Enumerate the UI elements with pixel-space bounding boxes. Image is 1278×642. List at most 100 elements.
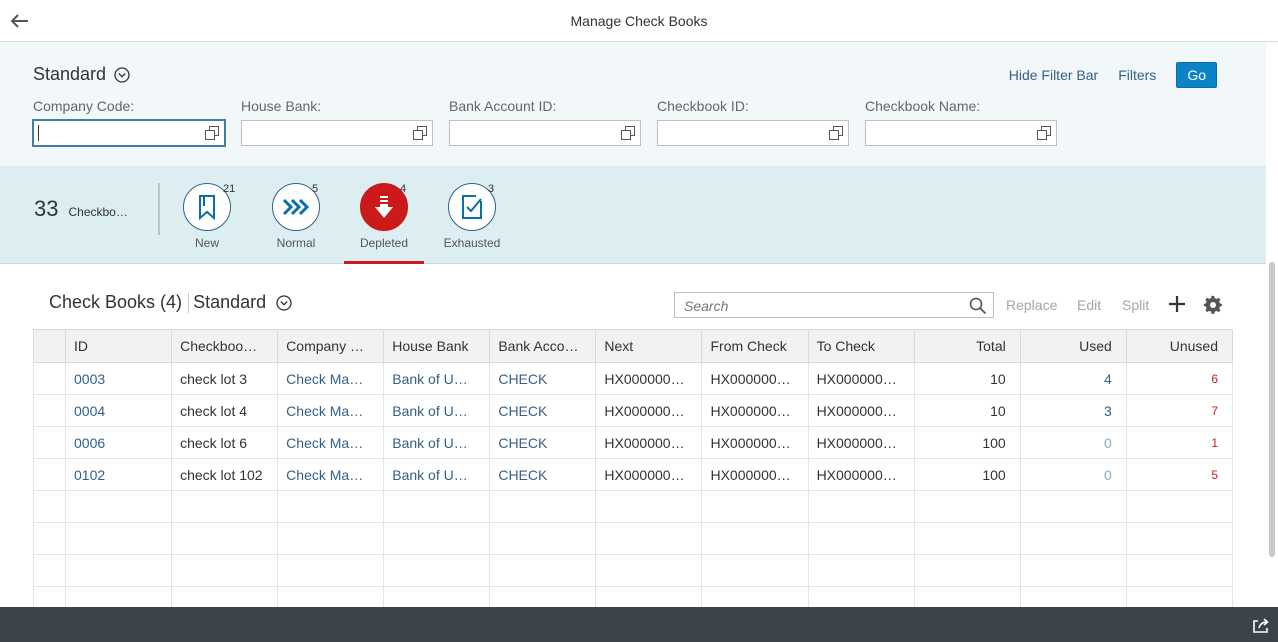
edit-button[interactable]: Edit	[1077, 297, 1101, 313]
filter-bar: Standard Hide Filter Bar Filters Go Comp…	[0, 42, 1278, 166]
table-row[interactable]: 0003 check lot 3 Check Ma… Bank of U… CH…	[32, 362, 1234, 395]
value-help-icon[interactable]	[828, 125, 844, 141]
cell-bank-account[interactable]: CHECK	[489, 426, 597, 459]
add-icon[interactable]	[1168, 295, 1186, 313]
share-icon[interactable]	[1252, 618, 1270, 634]
app-header: Manage Check Books	[0, 0, 1278, 42]
column-header-from-check[interactable]: From Check	[701, 329, 809, 363]
gear-icon[interactable]	[1203, 295, 1223, 315]
cell-to-check: HX000000…	[807, 394, 915, 427]
value-help-icon[interactable]	[204, 125, 220, 141]
bank-account-id-label: Bank Account ID:	[449, 98, 557, 114]
cell-company-code[interactable]: Check Ma…	[277, 426, 385, 459]
hide-filter-bar-link[interactable]: Hide Filter Bar	[1009, 67, 1098, 83]
search-input[interactable]: Search	[674, 292, 994, 318]
app-title: Manage Check Books	[570, 13, 708, 29]
cell-bank-account[interactable]: CHECK	[489, 458, 597, 491]
cell-bank-account[interactable]: CHECK	[489, 394, 597, 427]
page-scrollbar[interactable]	[1266, 42, 1278, 607]
variant-selector[interactable]: Standard	[33, 64, 130, 85]
cell-next: HX000000…	[595, 426, 703, 459]
cell-house-bank[interactable]: Bank of U…	[383, 458, 491, 491]
cell-used: 0	[1019, 458, 1127, 491]
cell-unused: 7	[1125, 394, 1234, 427]
cell-from-check: HX000000…	[701, 458, 809, 491]
search-placeholder: Search	[684, 298, 729, 314]
row-selector[interactable]	[32, 394, 67, 427]
cell-next: HX000000…	[595, 394, 703, 427]
chevron-down-icon[interactable]	[276, 294, 292, 311]
column-header-unused[interactable]: Unused	[1125, 329, 1234, 363]
cell-house-bank[interactable]: Bank of U…	[383, 362, 491, 395]
tab-exhausted[interactable]: 3 Exhausted	[432, 183, 512, 250]
cell-house-bank[interactable]: Bank of U…	[383, 426, 491, 459]
house-bank-input[interactable]	[241, 120, 433, 146]
column-header-checkbook-name[interactable]: Checkboo…	[171, 329, 279, 363]
cell-from-check: HX000000…	[701, 426, 809, 459]
company-code-input[interactable]	[32, 119, 226, 147]
footer-bar	[0, 607, 1278, 642]
filters-link[interactable]: Filters	[1118, 67, 1156, 83]
row-selector[interactable]	[32, 362, 67, 395]
search-icon[interactable]	[969, 297, 987, 315]
cell-used: 3	[1019, 394, 1127, 427]
cell-company-code[interactable]: Check Ma…	[277, 394, 385, 427]
table-header-row: ID Checkboo… Company … House Bank Bank A…	[32, 329, 1234, 363]
column-header-to-check[interactable]: To Check	[807, 329, 915, 363]
checkbook-id-filter: Checkbook ID:	[657, 98, 849, 146]
total-count[interactable]: 33 Checkbo…	[34, 196, 128, 222]
title-divider	[188, 292, 190, 313]
select-all-cell[interactable]	[32, 329, 67, 363]
value-help-icon[interactable]	[412, 125, 428, 141]
cell-id[interactable]: 0102	[65, 458, 173, 491]
empty-row	[32, 554, 1234, 587]
value-help-icon[interactable]	[620, 125, 636, 141]
bank-account-id-input[interactable]	[449, 120, 641, 146]
house-bank-label: House Bank:	[241, 98, 322, 114]
total-count-number: 33	[34, 196, 59, 221]
tab-depleted[interactable]: 4 Depleted	[344, 183, 424, 250]
cell-checkbook-name: check lot 102	[171, 458, 279, 491]
replace-button[interactable]: Replace	[1006, 297, 1057, 313]
tab-normal[interactable]: 5 Normal	[256, 183, 336, 250]
column-header-id[interactable]: ID	[65, 329, 173, 363]
column-header-used[interactable]: Used	[1019, 329, 1127, 363]
cell-company-code[interactable]: Check Ma…	[277, 362, 385, 395]
bookmark-icon	[199, 195, 215, 220]
column-header-next[interactable]: Next	[595, 329, 703, 363]
column-header-house-bank[interactable]: House Bank	[383, 329, 491, 363]
cell-total: 10	[913, 362, 1021, 395]
checkbook-id-input[interactable]	[657, 120, 849, 146]
checkbook-name-input[interactable]	[865, 120, 1057, 146]
cell-checkbook-name: check lot 3	[171, 362, 279, 395]
cell-bank-account[interactable]: CHECK	[489, 362, 597, 395]
cell-id[interactable]: 0004	[65, 394, 173, 427]
column-header-bank-account[interactable]: Bank Acco…	[489, 329, 597, 363]
cell-house-bank[interactable]: Bank of U…	[383, 394, 491, 427]
app-shell: Manage Check Books Standard Hide Filter …	[0, 0, 1278, 642]
cell-company-code[interactable]: Check Ma…	[277, 458, 385, 491]
table-row[interactable]: 0102 check lot 102 Check Ma… Bank of U… …	[32, 458, 1234, 491]
tab-new[interactable]: 21 New	[167, 183, 247, 250]
value-help-icon[interactable]	[1036, 125, 1052, 141]
tab-depleted-label: Depleted	[359, 236, 409, 250]
go-button[interactable]: Go	[1176, 62, 1217, 88]
row-selector[interactable]	[32, 426, 67, 459]
table-row[interactable]: 0006 check lot 6 Check Ma… Bank of U… CH…	[32, 426, 1234, 459]
column-header-company-code[interactable]: Company …	[277, 329, 385, 363]
check-books-table: ID Checkboo… Company … House Bank Bank A…	[32, 329, 1234, 619]
scrollbar-thumb[interactable]	[1269, 262, 1275, 557]
filter-bar-actions: Hide Filter Bar Filters Go	[1009, 62, 1217, 88]
cell-id[interactable]: 0006	[65, 426, 173, 459]
empty-row	[32, 522, 1234, 555]
cell-id[interactable]: 0003	[65, 362, 173, 395]
row-selector[interactable]	[32, 458, 67, 491]
table-variant-name[interactable]: Standard	[193, 292, 266, 313]
tab-new-badge: 21	[223, 183, 236, 195]
empty-row	[32, 490, 1234, 523]
split-button[interactable]: Split	[1122, 297, 1149, 313]
table-title: Check Books (4)	[49, 292, 183, 312]
table-row[interactable]: 0004 check lot 4 Check Ma… Bank of U… CH…	[32, 394, 1234, 427]
column-header-total[interactable]: Total	[913, 329, 1021, 363]
variant-name: Standard	[33, 64, 107, 84]
